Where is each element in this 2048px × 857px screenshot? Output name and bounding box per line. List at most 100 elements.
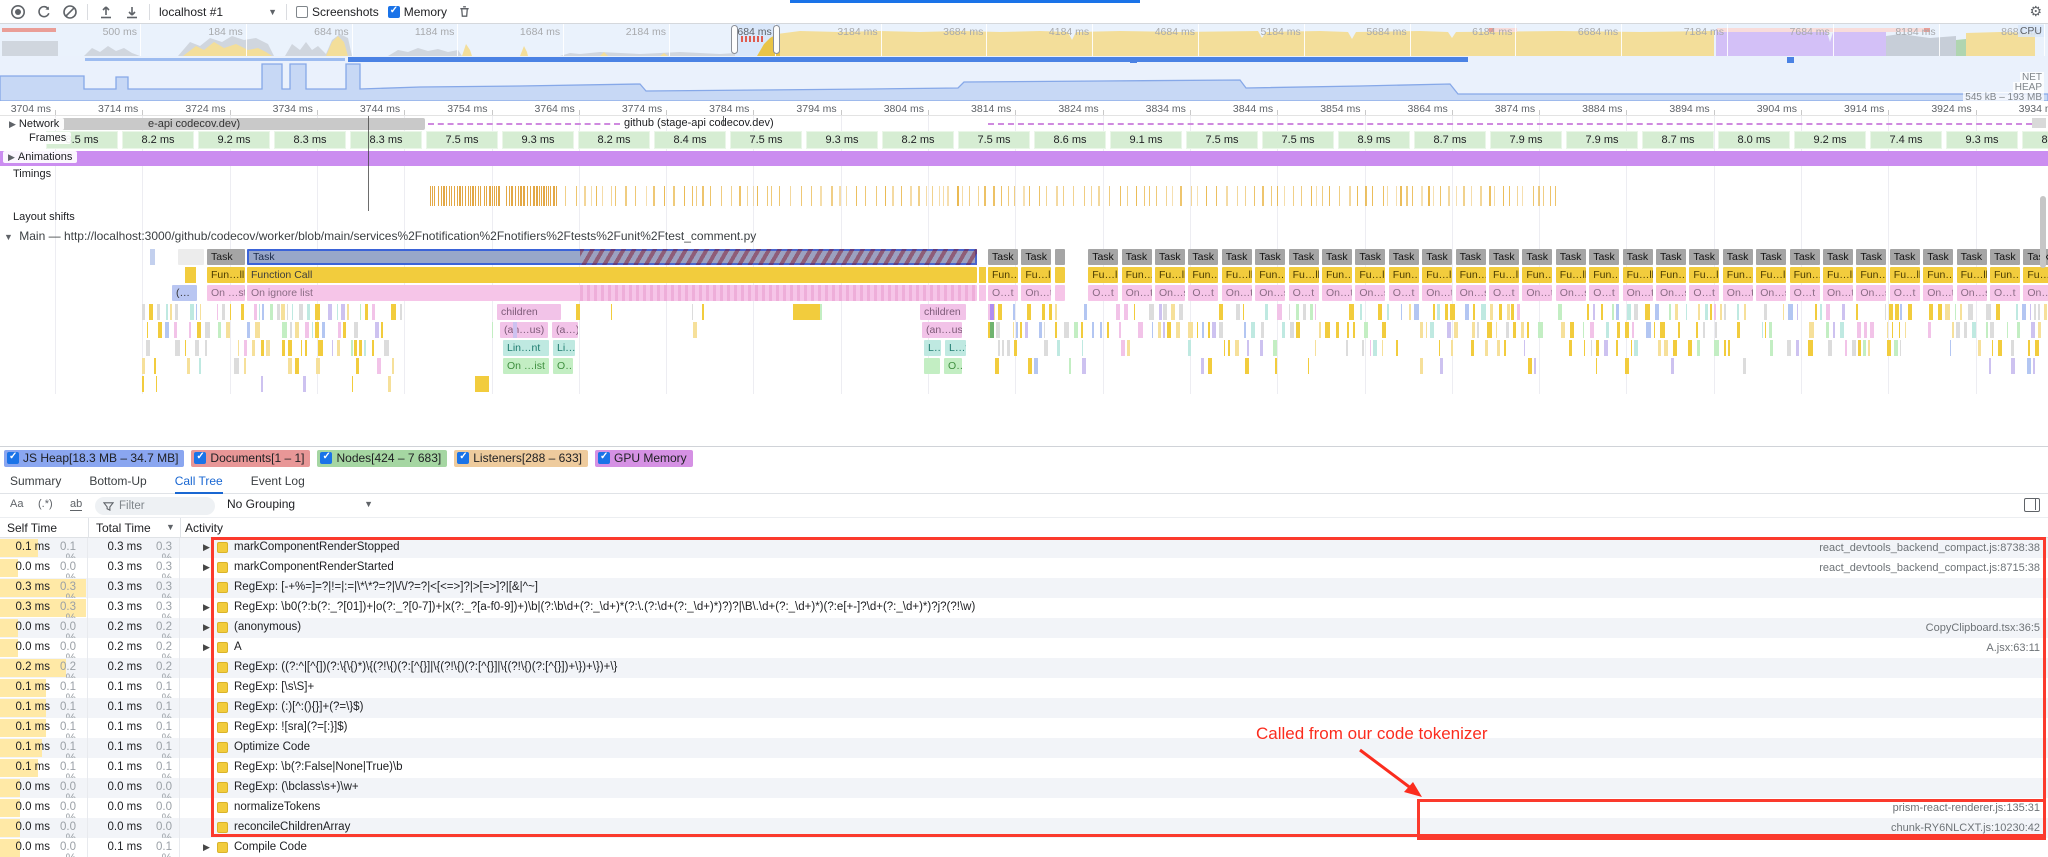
flame-function-call-bar[interactable]: Fu…ll [1021, 267, 1051, 283]
flame-task-bar[interactable]: Task [1689, 249, 1719, 265]
toggle-sidebar-icon[interactable] [2024, 498, 2040, 512]
flame-ignore-list-bar[interactable]: On…st [1155, 285, 1185, 301]
flame-function-call-bar[interactable]: Fun…ll [1723, 267, 1753, 283]
flame-anonymous-bar[interactable]: (an…us) [500, 322, 548, 338]
flame-task-bar[interactable]: Task [1589, 249, 1619, 265]
flame-ignore-list-bar[interactable]: O…t [988, 285, 1018, 301]
expand-row-icon[interactable]: ▶ [203, 842, 210, 853]
flame-ignore-list-bar[interactable]: On…t [1322, 285, 1352, 301]
flame-task-bar[interactable]: Task [1990, 249, 2020, 265]
nodes-checkbox[interactable] [320, 452, 332, 464]
total-time-header[interactable]: Total Time [96, 521, 151, 535]
timeline-overview[interactable]: 500 ms184 ms684 ms1184 ms1684 ms2184 ms2… [0, 24, 2048, 56]
frame-duration-cell[interactable]: 9.2 ms [198, 131, 270, 149]
flame-function-call-bar[interactable]: Fu…ll [1355, 267, 1385, 283]
frame-duration-cell[interactable]: 8.3 ms [350, 131, 422, 149]
collect-garbage-button[interactable] [456, 3, 473, 20]
flame-function-call-bar[interactable]: Fu…ll [1890, 267, 1920, 283]
frame-duration-cell[interactable]: 8.2 ms [122, 131, 194, 149]
flame-ignore-list-bar[interactable]: On…st [1957, 285, 1987, 301]
flame-ignore-list-bar[interactable]: O…t [1088, 285, 1118, 301]
flame-task-bar[interactable]: Task [1021, 249, 1051, 265]
flame-ignore-list-bar[interactable]: On…t [1723, 285, 1753, 301]
flame-ignore-list-bar[interactable]: On…st [1456, 285, 1486, 301]
flame-function-call-bar[interactable]: Fu…ll [1222, 267, 1252, 283]
flame-task-bar[interactable]: Task [1890, 249, 1920, 265]
flame-function-call-bar[interactable]: Function Call [247, 267, 977, 283]
self-time-header[interactable]: Self Time [7, 521, 57, 535]
flame-function-call-bar[interactable]: Fun…ll [1990, 267, 2020, 283]
frame-duration-cell[interactable]: 7.9 ms [1566, 131, 1638, 149]
flame-function-call-bar[interactable]: Fun…ll [1656, 267, 1686, 283]
tab-bottom-up[interactable]: Bottom-Up [89, 469, 146, 494]
flame-function-call-bar[interactable]: Fun…ll [1856, 267, 1886, 283]
flame-ignore-list-bar[interactable]: On…st [1255, 285, 1285, 301]
memory-toggle[interactable]: Memory [388, 5, 447, 19]
flame-ignore-list-bar[interactable]: O…t [1188, 285, 1218, 301]
documents-checkbox[interactable] [194, 452, 206, 464]
flame-ignore-list-bar[interactable]: On…t [2023, 285, 2048, 301]
flame-task-bar[interactable]: Task [1088, 249, 1118, 265]
flame-task-bar[interactable] [1055, 249, 1065, 265]
flame-children-bar[interactable]: children [497, 304, 561, 320]
load-profile-button[interactable] [97, 3, 114, 20]
expand-row-icon[interactable]: ▶ [203, 562, 210, 573]
animations-track-header[interactable]: ▶Animations [3, 151, 77, 163]
flame-task-bar[interactable]: Task [1522, 249, 1552, 265]
expand-row-icon[interactable]: ▶ [203, 642, 210, 653]
flame-ignore-list-bar[interactable]: On…st [1556, 285, 1586, 301]
flame-lint-bar[interactable]: L…t [945, 340, 966, 356]
flame-ignore-list-bar[interactable]: On…st [1355, 285, 1385, 301]
frame-duration-cell[interactable]: 8.9 ms [1338, 131, 1410, 149]
flame-lint-bar[interactable]: Lin…nt [503, 340, 549, 356]
flame-ignore-list-bar[interactable]: On…t [1122, 285, 1152, 301]
flame-children-bar[interactable]: children [920, 304, 966, 320]
network-track-header[interactable]: ▶Network [4, 118, 64, 130]
frame-duration-cell[interactable]: 7.5 ms [730, 131, 802, 149]
frame-duration-cell[interactable]: 8.0 ms [1718, 131, 1790, 149]
frame-duration-cell[interactable]: 9.2 ms [1794, 131, 1866, 149]
flame-anonymous-bar[interactable]: (a…) [552, 322, 578, 338]
flame-ignore-list-bar[interactable] [924, 358, 940, 374]
flame-ignore-list-bar[interactable]: O…t [1389, 285, 1419, 301]
tab-call-tree[interactable]: Call Tree [175, 469, 223, 494]
flame-activity[interactable] [793, 304, 820, 320]
flame-task-bar[interactable]: Task [1923, 249, 1953, 265]
timeline-tracks[interactable]: ▶Network e-api codecov.dev) github (stag… [0, 116, 2048, 446]
flame-ignore-list-bar[interactable]: O…t [1489, 285, 1519, 301]
frame-duration-cell[interactable]: 8.7 ms [1642, 131, 1714, 149]
flame-lint-bar[interactable]: Li…t [553, 340, 575, 356]
flame-function-call-bar[interactable]: Fun…ll [1456, 267, 1486, 283]
flame-task-bar[interactable]: Task [1222, 249, 1252, 265]
flame-function-call-bar[interactable]: Fu…ll [1088, 267, 1118, 283]
frame-duration-cell[interactable]: 9.3 ms [502, 131, 574, 149]
vertical-scrollbar-thumb[interactable] [2040, 196, 2046, 268]
flame-task-bar[interactable]: Task [1623, 249, 1653, 265]
screenshots-checkbox[interactable] [296, 6, 308, 18]
flame-function-call-bar[interactable]: Fun…ll [1522, 267, 1552, 283]
flame-function-call-bar[interactable]: Fu…ll [1823, 267, 1853, 283]
activity-header[interactable]: Activity [185, 521, 223, 535]
flame-function-call-bar[interactable]: Fu…ll [1155, 267, 1185, 283]
profile-select[interactable]: localhost #1 ▼ [159, 5, 277, 19]
flame-function-call-bar[interactable]: Fu…ll [2023, 267, 2048, 283]
expand-row-icon[interactable]: ▶ [203, 542, 210, 553]
flame-ignore-list-bar[interactable]: On…t [1021, 285, 1051, 301]
flame-ignore-list-bar[interactable]: On…st [1656, 285, 1686, 301]
frame-duration-cell[interactable]: 8.7 ms [1414, 131, 1486, 149]
flame-function-call-bar[interactable]: Fun…ll [1389, 267, 1419, 283]
flame-activity[interactable] [475, 376, 489, 392]
flame-task-bar[interactable]: Task [1422, 249, 1452, 265]
flame-function-call-bar[interactable]: Fun…ll [1188, 267, 1218, 283]
flame-function-call-bar[interactable]: Fu…ll [1289, 267, 1319, 283]
flame-function-call-bar[interactable]: Fu…ll [1756, 267, 1786, 283]
frame-duration-cell[interactable]: 7.5 ms [1186, 131, 1258, 149]
frame-duration-cell[interactable]: 8.6 ms [1034, 131, 1106, 149]
save-profile-button[interactable] [123, 3, 140, 20]
animations-bar[interactable] [0, 151, 2048, 166]
regex-button[interactable]: (.*) [38, 498, 53, 510]
expand-row-icon[interactable]: ▶ [203, 622, 210, 633]
flame-task-bar[interactable]: Task [1957, 249, 1987, 265]
flame-function-call-bar[interactable]: Fun…ll [1122, 267, 1152, 283]
frame-duration-cell[interactable]: 7.5 ms [1262, 131, 1334, 149]
